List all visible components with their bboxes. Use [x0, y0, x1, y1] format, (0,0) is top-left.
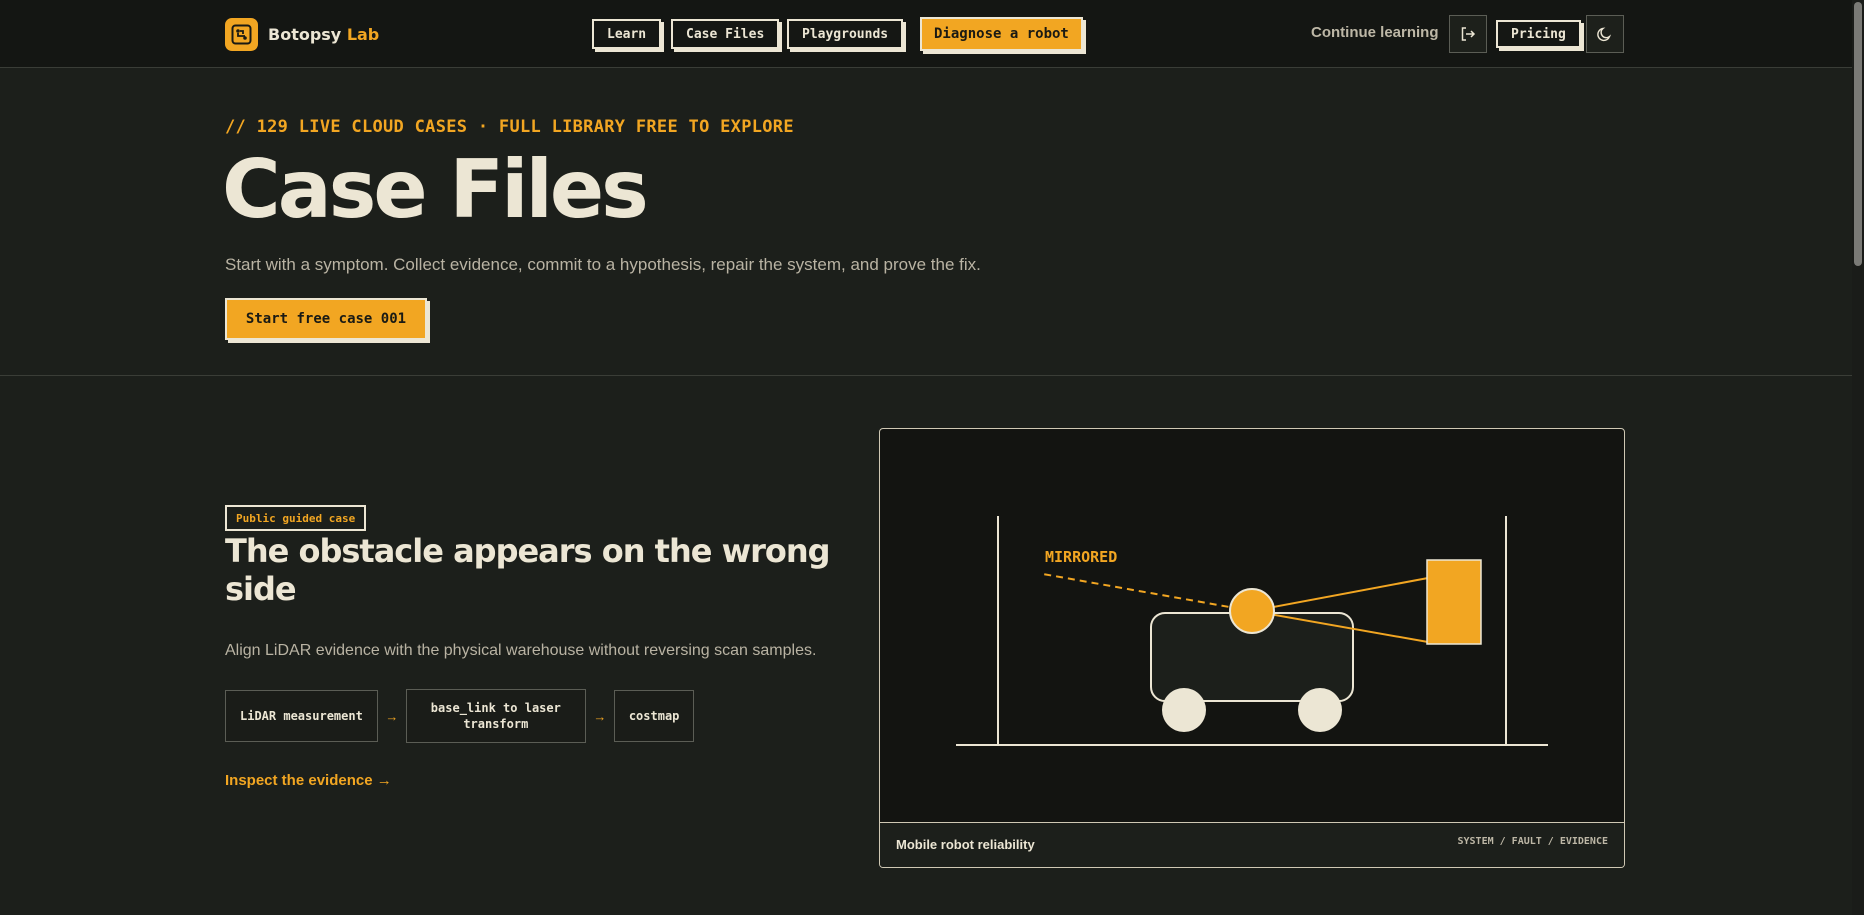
robot-wheel-right — [1298, 688, 1342, 732]
moon-icon — [1597, 27, 1612, 42]
card-footer-title: Mobile robot reliability — [896, 837, 1035, 852]
case-title: The obstacle appears on the wrong side — [225, 532, 831, 608]
page-title: Case Files — [222, 143, 649, 236]
nav-playgrounds-button[interactable]: Playgrounds — [787, 19, 904, 49]
mirrored-scan-ray — [1042, 573, 1253, 612]
top-nav: Botopsy Lab Learn Case Files Playgrounds… — [0, 0, 1852, 68]
nav-learn-button[interactable]: Learn — [592, 19, 662, 49]
nav-case-files-button[interactable]: Case Files — [671, 19, 780, 49]
case-description: Align LiDAR evidence with the physical w… — [225, 642, 817, 659]
brand-name: Botopsy — [268, 25, 342, 44]
continue-learning-link[interactable]: Continue learning — [1311, 24, 1439, 41]
brand-accent: Lab — [346, 25, 380, 44]
inspect-evidence-label: Inspect the evidence — [225, 772, 373, 789]
diagnose-robot-button[interactable]: Diagnose a robot — [920, 17, 1083, 51]
page-scrollbar[interactable] — [1852, 0, 1864, 915]
pricing-button[interactable]: Pricing — [1496, 20, 1581, 48]
start-free-case-button[interactable]: Start free case 001 — [225, 298, 427, 340]
scan-ray-upper — [1251, 577, 1429, 612]
public-case-badge: Public guided case — [225, 505, 367, 531]
case-diagram-card[interactable]: MIRRORED Mobile robot reliability SYSTEM… — [879, 428, 1625, 868]
chain-step-lidar: LiDAR measurement — [225, 690, 378, 742]
arrow-right-icon: → — [593, 708, 607, 724]
chain-step-transform: base_link to laser transform — [405, 689, 586, 743]
evidence-chain: LiDAR measurement → base_link to laser t… — [225, 689, 695, 743]
card-footer-meta: SYSTEM / FAULT / EVIDENCE — [1457, 836, 1608, 847]
mirrored-label: MIRRORED — [1045, 548, 1118, 566]
arrow-right-icon: → — [376, 772, 392, 789]
hero-kicker: // 129 LIVE CLOUD CASES · FULL LIBRARY F… — [225, 117, 794, 137]
brand[interactable]: Botopsy Lab — [225, 18, 379, 51]
login-button[interactable] — [1449, 15, 1487, 53]
section-divider — [0, 375, 1852, 376]
lidar-sensor — [1229, 588, 1275, 634]
chain-step-costmap: costmap — [613, 690, 695, 742]
scrollbar-thumb[interactable] — [1854, 2, 1862, 266]
obstacle-box — [1426, 559, 1482, 645]
robot-logo-icon — [225, 18, 258, 51]
hero-subtitle: Start with a symptom. Collect evidence, … — [225, 255, 981, 274]
card-footer: Mobile robot reliability SYSTEM / FAULT … — [880, 822, 1624, 867]
theme-toggle-button[interactable] — [1586, 15, 1624, 53]
arrow-right-icon: → — [385, 708, 399, 724]
login-icon — [1461, 27, 1476, 41]
robot-lidar-diagram — [956, 516, 1548, 746]
robot-wheel-left — [1162, 688, 1206, 732]
inspect-evidence-link[interactable]: Inspect the evidence → — [225, 772, 392, 789]
